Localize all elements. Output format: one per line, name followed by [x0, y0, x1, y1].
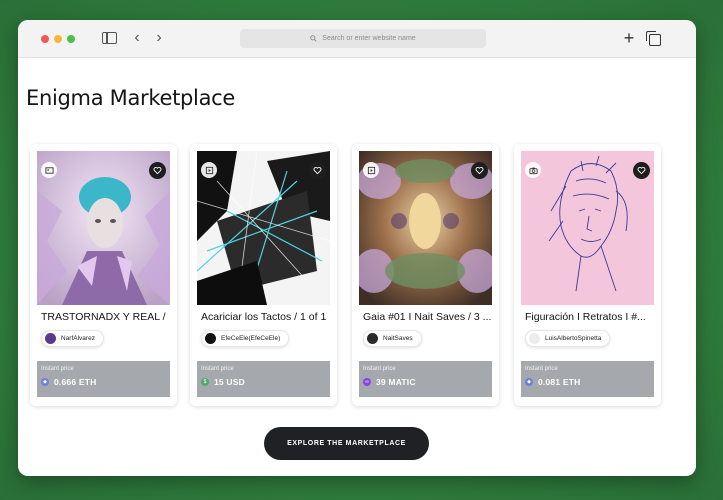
nft-card[interactable]: TRASTORNADX Y REAL / 1... NarfAlvarez In… — [30, 144, 177, 406]
explore-marketplace-button[interactable]: EXPLORE THE MARKETPLACE — [264, 427, 429, 460]
new-tab-icon[interactable]: + — [621, 29, 637, 47]
avatar — [45, 333, 56, 344]
minimize-window-button[interactable] — [54, 35, 62, 43]
address-placeholder: Search or enter website name — [322, 35, 416, 42]
video-icon — [201, 162, 217, 178]
creator-name: NarfAlvarez — [61, 335, 95, 342]
search-icon — [310, 35, 317, 42]
avatar — [367, 333, 378, 344]
nft-title[interactable]: Figuración I Retratos I #... — [525, 311, 653, 323]
heart-icon[interactable] — [309, 162, 326, 179]
creator-chip[interactable]: LuisAlbertoSpinetta — [525, 330, 611, 347]
sidebar-icon[interactable] — [102, 32, 117, 44]
price-label: Instant price — [41, 366, 74, 372]
forward-icon[interactable]: › — [152, 30, 166, 47]
browser-toolbar: ‹ › Search or enter website name + — [18, 20, 696, 58]
price-label: Instant price — [363, 366, 396, 372]
back-icon[interactable]: ‹ — [130, 30, 144, 47]
nft-title[interactable]: Gaia #01 I Nait Saves / 3 ... — [363, 311, 491, 323]
creator-chip[interactable]: NaitSaves — [363, 330, 422, 347]
nft-card[interactable]: Figuración I Retratos I #... LuisAlberto… — [514, 144, 661, 406]
price-label: Instant price — [525, 366, 558, 372]
heart-icon[interactable] — [633, 162, 650, 179]
nft-title[interactable]: Acariciar los Tactos / 1 of 1 — [201, 311, 329, 323]
maximize-window-button[interactable] — [67, 35, 75, 43]
close-window-button[interactable] — [41, 35, 49, 43]
heart-icon[interactable] — [471, 162, 488, 179]
creator-chip[interactable]: EfeCeEle(EfeCeEle) — [201, 330, 290, 347]
matic-icon: ∞ — [363, 378, 371, 386]
price-panel: Instant price ∞ 39 MATIC — [359, 361, 492, 397]
creator-name: NaitSaves — [383, 335, 413, 342]
price-value: 39 MATIC — [376, 377, 416, 387]
price-panel: Instant price $ 15 USD — [197, 361, 330, 397]
eth-icon: ◆ — [41, 378, 49, 386]
nft-card[interactable]: Acariciar los Tactos / 1 of 1 EfeCeEle(E… — [190, 144, 337, 406]
price-value: 15 USD — [214, 377, 245, 387]
price-value: 0.666 ETH — [54, 377, 97, 387]
browser-window: ‹ › Search or enter website name + Enigm… — [18, 20, 696, 476]
price-panel: Instant price ◆ 0.081 ETH — [521, 361, 654, 397]
price-panel: Instant price ◆ 0.666 ETH — [37, 361, 170, 397]
avatar — [205, 333, 216, 344]
address-bar[interactable]: Search or enter website name — [240, 29, 486, 48]
background: ‹ › Search or enter website name + Enigm… — [0, 0, 723, 500]
heart-icon[interactable] — [149, 162, 166, 179]
camera-icon — [525, 162, 541, 178]
creator-chip[interactable]: NarfAlvarez — [41, 330, 104, 347]
eth-icon: ◆ — [525, 378, 533, 386]
usd-icon: $ — [201, 378, 209, 386]
creator-name: EfeCeEle(EfeCeEle) — [221, 335, 281, 342]
price-value: 0.081 ETH — [538, 377, 581, 387]
nft-card[interactable]: Gaia #01 I Nait Saves / 3 ... NaitSaves … — [352, 144, 499, 406]
price-label: Instant price — [201, 366, 234, 372]
video-icon — [363, 162, 379, 178]
creator-name: LuisAlbertoSpinetta — [545, 335, 602, 342]
image-icon — [41, 162, 57, 178]
nft-title[interactable]: TRASTORNADX Y REAL / 1... — [41, 311, 169, 323]
tabs-overview-icon[interactable] — [646, 31, 661, 46]
page-title: Enigma Marketplace — [26, 86, 236, 110]
avatar — [529, 333, 540, 344]
